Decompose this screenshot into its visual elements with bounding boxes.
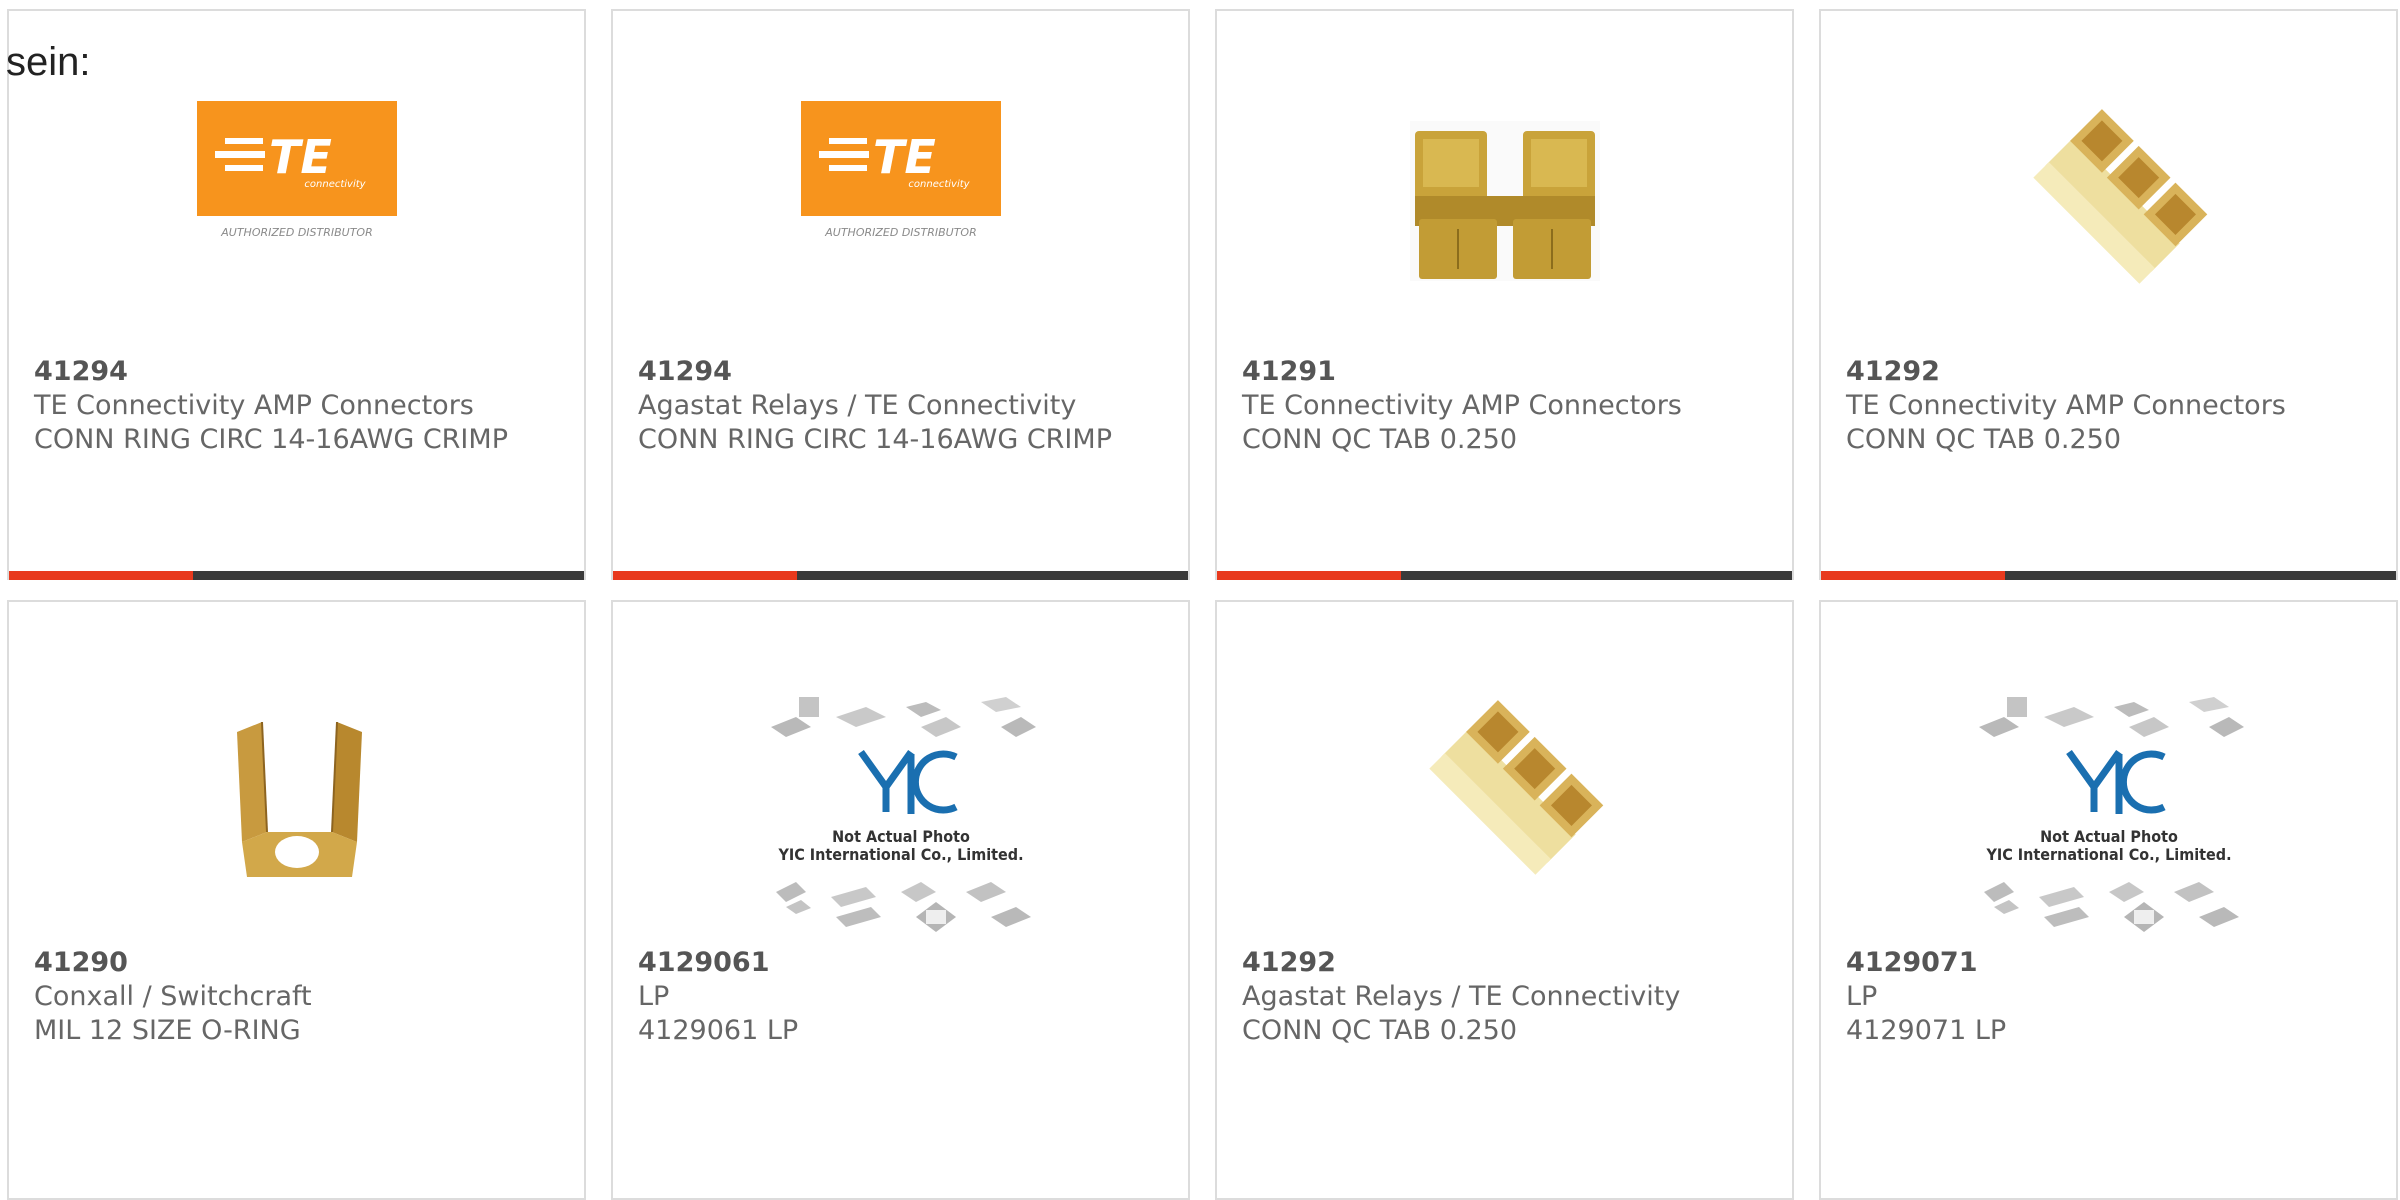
product-image[interactable]: TE connectivity AUTHORIZED DISTRIBUTOR [196,101,397,301]
description: CONN RING CIRC 14-16AWG CRIMP [34,424,508,455]
product-card[interactable]: Not Actual Photo YIC International Co., … [611,600,1190,1200]
product-info: 41294 Agastat Relays / TE Connectivity C… [638,355,1168,457]
description: CONN QC TAB 0.250 [1242,424,1518,455]
manufacturer: LP [1846,981,1878,1012]
progress-fill [9,571,193,580]
strip-tab-photo-icon [2032,109,2207,284]
description: 4129061 LP [638,1015,799,1046]
te-logo-caption: AUTHORIZED DISTRIBUTOR [220,226,373,239]
product-info: 41294 TE Connectivity AMP Connectors CON… [34,355,564,457]
product-info: 4129061 LP 4129061 LP [638,946,1168,1048]
part-number[interactable]: 41292 [1242,946,1772,980]
product-card[interactable]: 41292 Agastat Relays / TE Connectivity C… [1215,600,1794,1200]
product-info: 41291 TE Connectivity AMP Connectors CON… [1242,355,1772,457]
manufacturer: LP [638,981,670,1012]
product-info: 41292 TE Connectivity AMP Connectors CON… [1846,355,2376,457]
te-logo-icon: TE connectivity AUTHORIZED DISTRIBUTOR [800,101,1001,239]
te-logo-mark: TE [269,130,332,184]
yic-placeholder-icon: Not Actual Photo YIC International Co., … [770,697,1036,932]
placeholder-line1: Not Actual Photo [832,827,970,846]
yic-placeholder-icon: Not Actual Photo YIC International Co., … [1978,697,2244,932]
product-image[interactable]: TE connectivity AUTHORIZED DISTRIBUTOR [800,101,1001,301]
manufacturer: TE Connectivity AMP Connectors [1242,390,1682,421]
product-info: 41290 Conxall / Switchcraft MIL 12 SIZE … [34,946,564,1048]
product-card[interactable]: Not Actual Photo YIC International Co., … [1819,600,2398,1200]
part-number[interactable]: 4129071 [1846,946,2376,980]
part-number[interactable]: 41294 [638,355,1168,389]
description: MIL 12 SIZE O-RING [34,1015,301,1046]
part-number[interactable]: 4129061 [638,946,1168,980]
progress-bar [9,571,584,580]
progress-bar [1217,571,1792,580]
description: CONN QC TAB 0.250 [1242,1015,1518,1046]
product-image[interactable]: Not Actual Photo YIC International Co., … [1974,692,2244,942]
manufacturer: Agastat Relays / TE Connectivity [638,390,1077,421]
lead-text: sein: [6,40,91,84]
part-number[interactable]: 41294 [34,355,564,389]
product-card[interactable]: 41292 TE Connectivity AMP Connectors CON… [1819,9,2398,580]
description: CONN RING CIRC 14-16AWG CRIMP [638,424,1112,455]
progress-fill [613,571,797,580]
product-image[interactable] [1405,692,1605,892]
te-logo-caption: AUTHORIZED DISTRIBUTOR [824,226,977,239]
product-image[interactable] [197,692,397,892]
manufacturer: TE Connectivity AMP Connectors [34,390,474,421]
placeholder-line2: YIC International Co., Limited. [777,845,1023,864]
part-number[interactable]: 41291 [1242,355,1772,389]
product-info: 41292 Agastat Relays / TE Connectivity C… [1242,946,1772,1048]
product-card[interactable]: 41291 TE Connectivity AMP Connectors CON… [1215,9,1794,580]
product-card[interactable]: TE connectivity AUTHORIZED DISTRIBUTOR 4… [611,9,1190,580]
progress-bar [1821,571,2396,580]
te-logo-icon: TE connectivity AUTHORIZED DISTRIBUTOR [196,101,397,239]
te-logo-word: connectivity [304,179,366,190]
product-info: 4129071 LP 4129071 LP [1846,946,2376,1048]
placeholder-line2: YIC International Co., Limited. [1985,845,2231,864]
description: CONN QC TAB 0.250 [1846,424,2122,455]
product-image[interactable] [2009,101,2209,301]
u-bracket-photo-icon [236,721,362,877]
progress-fill [1217,571,1401,580]
strip-tab-photo-icon [1428,700,1603,875]
product-card[interactable]: 41290 Conxall / Switchcraft MIL 12 SIZE … [7,600,586,1200]
progress-fill [1821,571,2005,580]
progress-bar [613,571,1188,580]
te-logo-mark: TE [873,130,936,184]
product-image[interactable] [1405,101,1605,301]
description: 4129071 LP [1846,1015,2007,1046]
part-number[interactable]: 41292 [1846,355,2376,389]
product-image[interactable]: Not Actual Photo YIC International Co., … [766,692,1036,942]
double-tab-photo-icon [1409,121,1600,281]
part-number[interactable]: 41290 [34,946,564,980]
manufacturer: TE Connectivity AMP Connectors [1846,390,2286,421]
placeholder-line1: Not Actual Photo [2040,827,2178,846]
product-card[interactable]: TE connectivity AUTHORIZED DISTRIBUTOR 4… [7,9,586,580]
manufacturer: Conxall / Switchcraft [34,981,312,1012]
te-logo-word: connectivity [908,179,970,190]
manufacturer: Agastat Relays / TE Connectivity [1242,981,1681,1012]
